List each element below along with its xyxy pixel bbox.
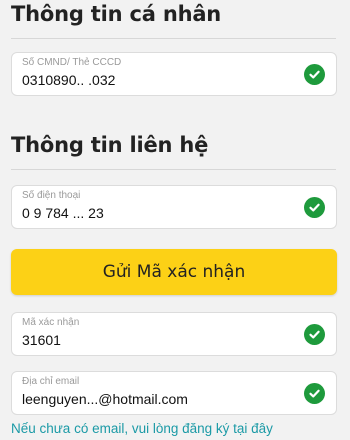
check-circle-icon (304, 197, 325, 218)
send-code-button[interactable]: Gửi Mã xác nhận (11, 249, 337, 295)
phone-label: Số điện thoại (22, 190, 81, 201)
divider (11, 169, 336, 170)
personal-info-title: Thông tin cá nhân (11, 2, 222, 26)
id-number-field[interactable]: Số CMND/ Thẻ CCCD 0310890.. .032 (11, 52, 337, 96)
contact-info-title: Thông tin liên hệ (11, 133, 209, 157)
phone-field[interactable]: Số điện thoại 0 9 784 ... 23 (11, 185, 337, 229)
phone-value[interactable]: 0 9 784 ... 23 (22, 205, 104, 221)
email-label: Địa chỉ email (22, 376, 80, 387)
divider (11, 38, 336, 39)
id-number-label: Số CMND/ Thẻ CCCD (22, 57, 122, 68)
check-circle-icon (304, 324, 325, 345)
register-email-link[interactable]: Nếu chưa có email, vui lòng đăng ký tại … (11, 421, 273, 436)
verification-code-label: Mã xác nhận (22, 317, 80, 328)
email-field[interactable]: Địa chỉ email leenguyen...@hotmail.com (11, 371, 337, 415)
verification-code-value[interactable]: 31601 (22, 332, 61, 348)
verification-code-field[interactable]: Mã xác nhận 31601 (11, 312, 337, 356)
check-circle-icon (304, 64, 325, 85)
id-number-value[interactable]: 0310890.. .032 (22, 72, 115, 88)
email-value[interactable]: leenguyen...@hotmail.com (22, 391, 188, 407)
check-circle-icon (304, 383, 325, 404)
